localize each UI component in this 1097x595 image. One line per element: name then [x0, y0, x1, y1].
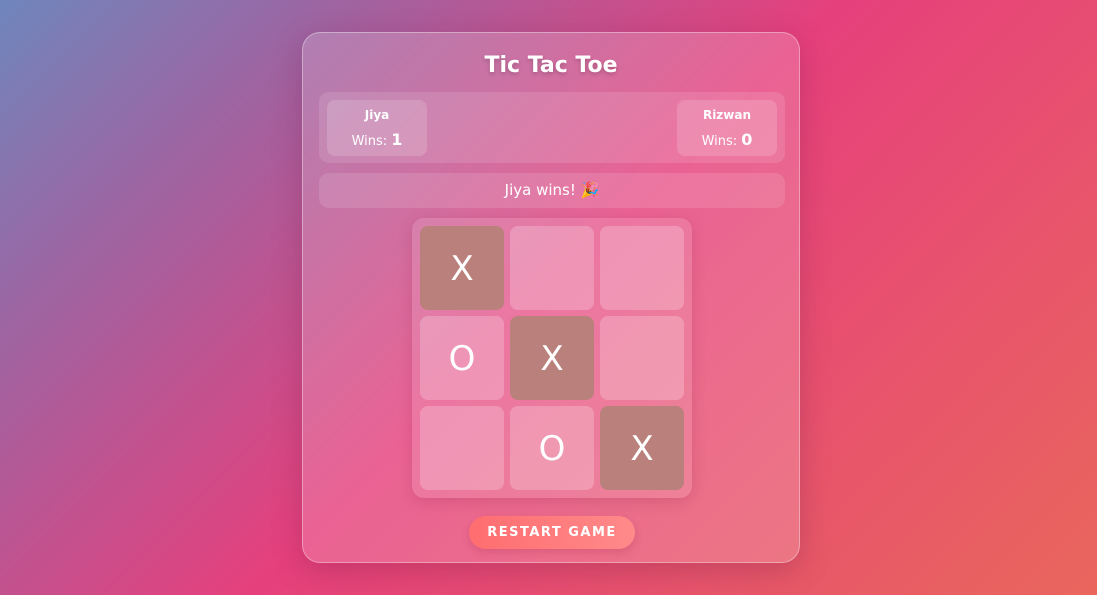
game-card: Tic Tac Toe Jiya Wins: 1 Rizwan Wins: 0 … — [302, 32, 800, 563]
wins-count: 0 — [741, 130, 753, 149]
player-wins: Wins: 1 — [327, 130, 427, 149]
wins-count: 1 — [391, 130, 403, 149]
board-cell[interactable]: X — [420, 226, 504, 310]
player-card-2: Rizwan Wins: 0 — [677, 100, 777, 156]
scoreboard: Jiya Wins: 1 Rizwan Wins: 0 — [319, 92, 785, 163]
wins-label: Wins: — [351, 134, 388, 149]
game-board: X O X O X — [412, 218, 692, 498]
player-name: Rizwan — [702, 108, 752, 122]
board-cell[interactable]: X — [600, 406, 684, 490]
player-wins: Wins: 0 — [677, 130, 777, 149]
board-cell[interactable] — [600, 226, 684, 310]
board-cell[interactable] — [510, 226, 594, 310]
board-cell[interactable] — [600, 316, 684, 400]
board-cell[interactable]: O — [510, 406, 594, 490]
board-cell[interactable]: O — [420, 316, 504, 400]
player-name: Jiya — [364, 108, 390, 122]
game-title: Tic Tac Toe — [484, 53, 618, 78]
game-status: Jiya wins! 🎉 — [319, 173, 785, 208]
player-card-1: Jiya Wins: 1 — [327, 100, 427, 156]
board-cell[interactable]: X — [510, 316, 594, 400]
board-cell[interactable] — [420, 406, 504, 490]
restart-button[interactable]: RESTART GAME — [469, 516, 635, 549]
wins-label: Wins: — [701, 134, 738, 149]
